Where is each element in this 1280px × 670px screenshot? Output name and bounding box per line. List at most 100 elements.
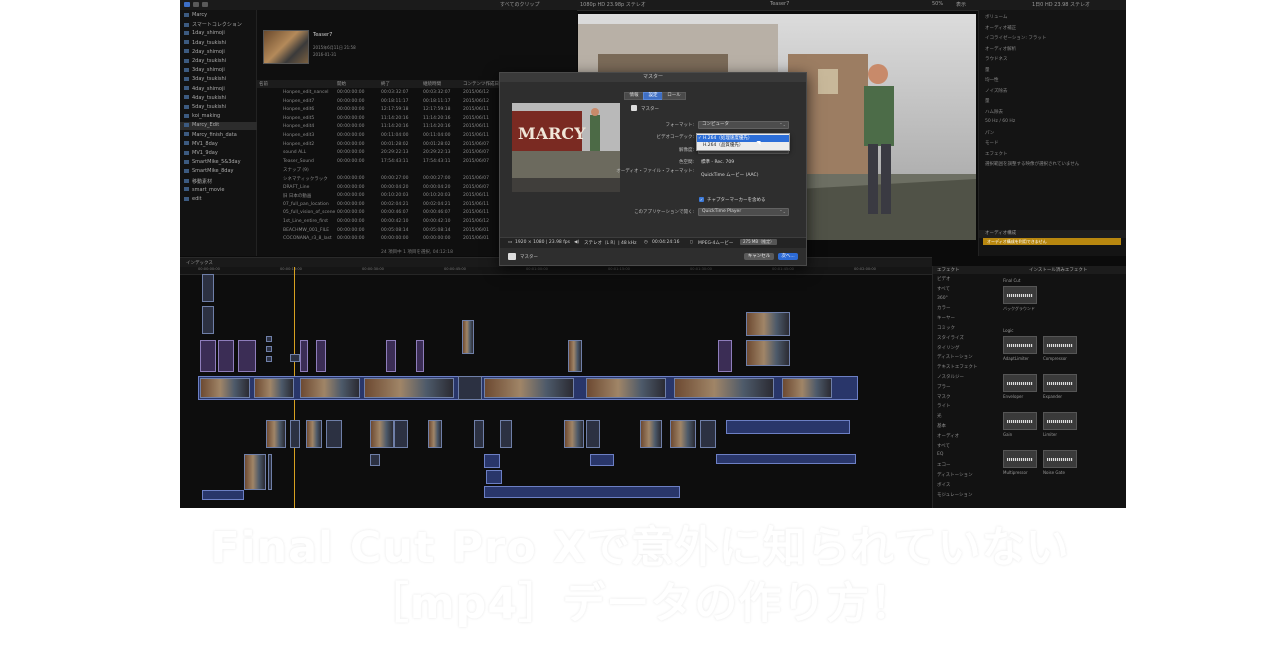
timeline-clip[interactable] bbox=[782, 378, 832, 398]
view-menu[interactable]: 表示 bbox=[956, 1, 966, 8]
timeline-clip[interactable] bbox=[266, 336, 272, 342]
effects-category[interactable]: マスク bbox=[937, 394, 951, 400]
timeline-clip[interactable] bbox=[586, 420, 600, 448]
effects-category[interactable]: ビデオ bbox=[937, 276, 951, 282]
timeline-clip[interactable] bbox=[200, 340, 216, 372]
open-with-popup[interactable]: QuickTime Player ⌃⌄ bbox=[698, 208, 789, 216]
timeline-clip[interactable] bbox=[364, 378, 454, 398]
effect-tile[interactable] bbox=[1043, 336, 1077, 354]
library-item[interactable]: Marcy_finish_data bbox=[184, 132, 237, 140]
timeline-clip[interactable] bbox=[568, 340, 582, 372]
timeline-clip[interactable] bbox=[266, 420, 286, 448]
library-item[interactable]: 1day_shimoji bbox=[184, 30, 225, 38]
cancel-button[interactable]: キャンセル bbox=[744, 253, 774, 260]
timeline-clip[interactable] bbox=[500, 420, 512, 448]
timeline-clip[interactable] bbox=[202, 274, 214, 302]
timeline-clip[interactable] bbox=[462, 320, 474, 354]
effects-category[interactable]: EQ bbox=[937, 452, 943, 457]
format-popup[interactable]: コンピュータ ⌃⌄ bbox=[698, 121, 789, 129]
effects-category[interactable]: タイリング bbox=[937, 345, 960, 351]
library-item[interactable]: smart_movie bbox=[184, 187, 224, 195]
timeline-clip[interactable] bbox=[416, 340, 424, 372]
column-header[interactable]: 継続時間 bbox=[423, 81, 441, 87]
library-item[interactable]: Marcy bbox=[184, 12, 207, 20]
timeline-clip[interactable] bbox=[326, 420, 342, 448]
tab-info[interactable]: 情報 bbox=[624, 92, 644, 100]
tab-roles[interactable]: ロール bbox=[662, 92, 686, 100]
timeline-clip[interactable] bbox=[674, 378, 774, 398]
effects-category[interactable]: ディストーション bbox=[937, 472, 973, 478]
effects-category[interactable]: ノスタルジー bbox=[937, 374, 964, 380]
timeline-clip[interactable] bbox=[640, 420, 662, 448]
timeline-clip[interactable] bbox=[316, 340, 326, 372]
library-item[interactable]: 3day_shimoji bbox=[184, 67, 225, 75]
effects-category[interactable]: キーヤー bbox=[937, 315, 955, 321]
effects-category[interactable]: カラー bbox=[937, 305, 951, 311]
timeline-clip[interactable] bbox=[700, 420, 716, 448]
effects-category[interactable]: ブラー bbox=[937, 384, 951, 390]
library-item[interactable]: SmartMike_5&3day bbox=[184, 159, 241, 167]
effects-category[interactable]: モジュレーション bbox=[937, 492, 973, 498]
effect-tile[interactable] bbox=[1003, 412, 1037, 430]
timeline-clip[interactable] bbox=[484, 454, 500, 468]
effects-category[interactable]: すべて bbox=[937, 286, 950, 292]
codec-option-quality[interactable]: H.264（品質優先） bbox=[697, 142, 789, 149]
effect-tile[interactable] bbox=[1043, 412, 1077, 430]
clip-thumbnail[interactable] bbox=[263, 30, 309, 64]
timeline-clip[interactable] bbox=[394, 420, 408, 448]
chapter-checkbox[interactable]: ✓ bbox=[699, 197, 704, 202]
timeline-clip[interactable] bbox=[586, 378, 666, 398]
timeline-clip[interactable] bbox=[726, 420, 850, 434]
library-item[interactable]: 5day_tsukishi bbox=[184, 104, 226, 112]
library-item[interactable]: 2day_tsukishi bbox=[184, 58, 226, 66]
effects-category[interactable]: オーディオ bbox=[937, 433, 959, 439]
timeline-clip[interactable] bbox=[590, 454, 614, 466]
effects-category[interactable]: ディストーション bbox=[937, 354, 973, 360]
zoom-level[interactable]: 50% bbox=[932, 1, 943, 7]
library-item[interactable]: 4day_shimoji bbox=[184, 86, 225, 94]
timeline-clip[interactable] bbox=[254, 378, 294, 398]
library-icon[interactable] bbox=[184, 2, 190, 7]
library-item[interactable]: Marcy_Edit bbox=[180, 122, 260, 131]
browser-filter[interactable]: すべてのクリップ bbox=[500, 1, 539, 8]
library-item[interactable]: MV1_9day bbox=[184, 150, 218, 158]
timeline-clip[interactable] bbox=[486, 470, 502, 484]
library-item[interactable]: 移動素材 bbox=[184, 178, 212, 186]
timeline-clip[interactable] bbox=[300, 378, 360, 398]
timeline-clip[interactable] bbox=[484, 486, 680, 498]
effect-tile[interactable] bbox=[1003, 374, 1037, 392]
timeline-clip[interactable] bbox=[218, 340, 234, 372]
timeline-clip[interactable] bbox=[290, 354, 300, 362]
timeline-clip[interactable] bbox=[306, 420, 322, 448]
effect-tile[interactable] bbox=[1043, 450, 1077, 468]
timeline-clip[interactable] bbox=[474, 420, 484, 448]
timeline-clip[interactable] bbox=[266, 356, 272, 362]
effects-category[interactable]: 360° bbox=[937, 296, 948, 301]
column-header[interactable]: コンテンツ作成日 bbox=[463, 81, 499, 87]
timeline-clip[interactable] bbox=[716, 454, 856, 464]
library-item[interactable]: 2day_shimoji bbox=[184, 49, 225, 57]
timeline-clip[interactable] bbox=[746, 340, 790, 366]
library-item[interactable]: SmartMike_8day bbox=[184, 168, 234, 176]
timeline-clip[interactable] bbox=[458, 376, 482, 400]
effect-tile[interactable] bbox=[1003, 450, 1037, 468]
next-button[interactable]: 次へ... bbox=[778, 253, 798, 260]
effects-category[interactable]: 光 bbox=[937, 413, 942, 419]
timeline-clip[interactable] bbox=[238, 340, 256, 372]
timeline-clip[interactable] bbox=[268, 454, 272, 490]
timeline-clip[interactable] bbox=[266, 346, 272, 352]
column-header[interactable]: 名前 bbox=[259, 81, 268, 87]
timeline-clip[interactable] bbox=[484, 378, 574, 398]
timeline-clip[interactable] bbox=[428, 420, 442, 448]
titles-icon[interactable] bbox=[202, 2, 208, 7]
timeline-clip[interactable] bbox=[670, 420, 696, 448]
library-item[interactable]: MV1_8day bbox=[184, 141, 218, 149]
column-header[interactable]: 開始 bbox=[337, 81, 346, 87]
timeline-clip[interactable] bbox=[564, 420, 584, 448]
effects-category[interactable]: ライト bbox=[937, 403, 951, 409]
effects-category[interactable]: エコー bbox=[937, 462, 951, 468]
timeline-clip[interactable] bbox=[746, 312, 790, 336]
effects-category[interactable]: コミック bbox=[937, 325, 955, 331]
timeline-clip[interactable] bbox=[290, 420, 300, 448]
library-item[interactable]: 1day_tsukishi bbox=[184, 40, 226, 48]
